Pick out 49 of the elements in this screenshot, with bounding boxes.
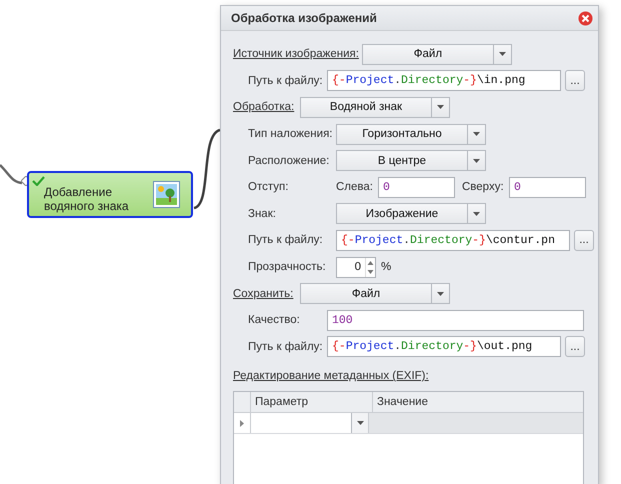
caret-icon	[356, 421, 364, 426]
dropdown[interactable]: Файл	[362, 44, 512, 65]
caret-icon	[473, 158, 480, 163]
browse-button[interactable]: ...	[565, 70, 585, 92]
section-link[interactable]: Обработка:	[233, 101, 300, 114]
field-label: Тип наложения:	[248, 128, 334, 140]
table-cell[interactable]	[369, 413, 583, 434]
connector-line	[0, 164, 22, 184]
column-header[interactable]: Параметр	[251, 392, 373, 412]
caret-icon	[437, 105, 444, 110]
input-field[interactable]: 0	[509, 176, 586, 198]
section-link[interactable]: Источник изображения:	[233, 48, 359, 60]
image-icon	[153, 181, 180, 208]
field-label: Слева:	[336, 181, 374, 194]
input-field[interactable]: 100	[327, 310, 584, 331]
caret-icon	[473, 132, 480, 136]
spin-arrows-icon[interactable]	[365, 258, 375, 277]
browse-button[interactable]: ...	[574, 230, 594, 251]
caret-icon	[498, 52, 506, 56]
close-icon[interactable]	[578, 10, 593, 26]
field-label: Качество:	[248, 314, 301, 326]
unit-label: %	[381, 261, 392, 274]
column-header[interactable]: Значение	[373, 392, 583, 412]
path-field[interactable]: {-Project.Directory-}\in.png	[327, 70, 561, 92]
caret-icon	[437, 292, 444, 296]
field-label: Путь к файлу:	[248, 340, 324, 353]
caret-icon	[473, 212, 480, 216]
action-node[interactable]: Добавление водяного знака	[27, 171, 193, 218]
section-link[interactable]: Сохранить:	[233, 288, 300, 300]
field-label: Прозрачность:	[248, 261, 327, 274]
input-field[interactable]: 0	[378, 176, 455, 198]
field-label: Сверху:	[462, 181, 505, 194]
dropdown[interactable]: Водяной знак	[300, 96, 450, 118]
dropdown[interactable]: Горизонтально	[336, 124, 486, 145]
node-label: Добавление водяного знака	[44, 185, 130, 213]
browse-button[interactable]: ...	[565, 336, 585, 358]
field-label: Путь к файлу:	[248, 74, 324, 87]
window-title: Обработка изображений	[231, 11, 377, 25]
path-field[interactable]: {-Project.Directory-}\out.png	[327, 336, 561, 358]
field-label: Путь к файлу:	[248, 234, 324, 246]
dropdown[interactable]: В центре	[336, 150, 486, 172]
spin-field[interactable]: 0	[336, 256, 376, 278]
field-label: Расположение:	[248, 154, 330, 167]
field-label: Знак:	[248, 208, 277, 220]
dropdown[interactable]: Файл	[300, 283, 450, 304]
section-link[interactable]: Редактирование метаданных (EXIF):	[233, 370, 429, 382]
path-field[interactable]: {-Project.Directory-}\contur.pn	[336, 230, 570, 251]
dropdown[interactable]: Изображение	[336, 203, 486, 224]
field-label: Отступ:	[248, 181, 290, 194]
